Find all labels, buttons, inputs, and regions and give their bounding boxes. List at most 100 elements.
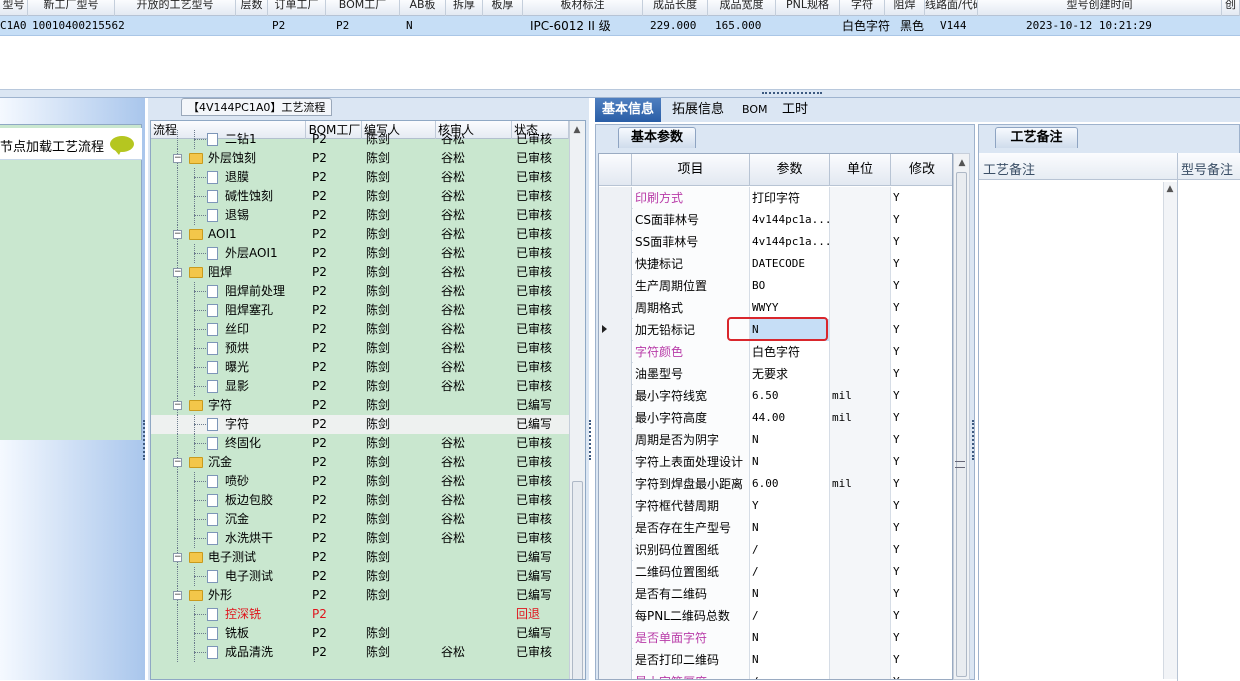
param-value[interactable]: 4v144pc1a...	[750, 231, 830, 253]
row-selector[interactable]	[599, 605, 632, 627]
param-row[interactable]: 生产周期位置 BO Y	[599, 275, 952, 297]
tree-row[interactable]: − 外层蚀刻 P2 陈剑 谷松 已审核	[151, 149, 569, 168]
param-row[interactable]: SS面菲林号 4v144pc1a... Y	[599, 231, 952, 253]
param-modify[interactable]: Y	[891, 649, 952, 671]
param-modify[interactable]: Y	[891, 627, 952, 649]
collapse-icon[interactable]: −	[173, 553, 182, 562]
tab-process-remarks[interactable]: 工艺备注	[995, 127, 1078, 148]
grid-header-cell[interactable]: 创	[1222, 0, 1240, 16]
param-unit[interactable]	[830, 253, 891, 275]
tree-row[interactable]: 成品清洗 P2 陈剑 谷松 已审核	[151, 643, 569, 662]
param-unit[interactable]	[830, 319, 891, 341]
grid-header-cell[interactable]: 层数	[236, 0, 268, 16]
process-remark-header[interactable]: 工艺备注	[983, 159, 1035, 178]
param-row[interactable]: 字符框代替周期 Y Y	[599, 495, 952, 517]
param-row[interactable]: CS面菲林号 4v144pc1a... Y	[599, 209, 952, 231]
row-selector[interactable]	[599, 561, 632, 583]
param-modify[interactable]: Y	[891, 539, 952, 561]
grid-header-cell[interactable]: 成品长度	[643, 0, 708, 16]
row-selector[interactable]	[599, 583, 632, 605]
collapse-icon[interactable]: −	[173, 458, 182, 467]
param-row[interactable]: 字符颜色 白色字符 Y	[599, 341, 952, 363]
param-row[interactable]: 快捷标记 DATECODE Y	[599, 253, 952, 275]
grid-header-cell[interactable]: BOM工厂	[326, 0, 400, 16]
row-selector[interactable]	[599, 539, 632, 561]
param-row[interactable]: 油墨型号 无要求 Y	[599, 363, 952, 385]
tree-row[interactable]: − AOI1 P2 陈剑 谷松 已审核	[151, 225, 569, 244]
param-unit[interactable]: mil	[830, 473, 891, 495]
collapse-icon[interactable]: −	[173, 230, 182, 239]
param-value[interactable]: 打印字符	[750, 187, 830, 209]
param-row[interactable]: 印刷方式 打印字符 Y	[599, 187, 952, 209]
param-value[interactable]: 44.00	[750, 407, 830, 429]
row-selector[interactable]	[599, 451, 632, 473]
param-value[interactable]: N	[750, 429, 830, 451]
param-value[interactable]: 6.50	[750, 385, 830, 407]
grid-header-cell[interactable]: 板厚	[483, 0, 523, 16]
tree-row[interactable]: 水洗烘干 P2 陈剑 谷松 已审核	[151, 529, 569, 548]
param-modify[interactable]: Y	[891, 231, 952, 253]
grid-header-cell[interactable]: 拆厚	[446, 0, 483, 16]
tree-scroll-thumb[interactable]	[572, 481, 583, 679]
param-row[interactable]: 是否单面字符 N Y	[599, 627, 952, 649]
horizontal-splitter[interactable]	[0, 90, 1240, 98]
tree-row[interactable]: 喷砂 P2 陈剑 谷松 已审核	[151, 472, 569, 491]
param-modify[interactable]: Y	[891, 473, 952, 495]
tree-row[interactable]: 终固化 P2 陈剑 谷松 已审核	[151, 434, 569, 453]
param-modify[interactable]: Y	[891, 341, 952, 363]
tree-row[interactable]: 丝印 P2 陈剑 谷松 已审核	[151, 320, 569, 339]
param-unit[interactable]	[830, 495, 891, 517]
param-unit[interactable]	[830, 363, 891, 385]
grid-header-cell[interactable]: 板材标注	[523, 0, 643, 16]
row-selector[interactable]	[599, 253, 632, 275]
param-value[interactable]: 无要求	[750, 363, 830, 385]
row-selector[interactable]	[599, 275, 632, 297]
tree-row[interactable]: − 阻焊 P2 陈剑 谷松 已审核	[151, 263, 569, 282]
param-value[interactable]: BO	[750, 275, 830, 297]
param-unit[interactable]	[830, 627, 891, 649]
param-modify[interactable]: Y	[891, 583, 952, 605]
param-unit[interactable]	[830, 209, 891, 231]
row-selector[interactable]	[599, 231, 632, 253]
param-unit[interactable]	[830, 297, 891, 319]
remarks-textarea[interactable]	[983, 182, 1173, 679]
tree-row[interactable]: 显影 P2 陈剑 谷松 已审核	[151, 377, 569, 396]
row-selector[interactable]	[599, 671, 632, 679]
tab-extended-info[interactable]: 拓展信息	[665, 98, 731, 122]
param-value[interactable]: /	[750, 561, 830, 583]
param-row[interactable]: 是否有二维码 N Y	[599, 583, 952, 605]
param-unit[interactable]	[830, 539, 891, 561]
tab-work-hours[interactable]: 工时	[775, 98, 815, 122]
tab-basic-params[interactable]: 基本参数	[618, 127, 696, 148]
tree-row[interactable]: 板边包胶 P2 陈剑 谷松 已审核	[151, 491, 569, 510]
collapse-icon[interactable]: −	[173, 154, 182, 163]
param-value[interactable]: /	[750, 605, 830, 627]
param-value[interactable]: WWYY	[750, 297, 830, 319]
tree-row[interactable]: 字符 P2 陈剑 已编写	[151, 415, 569, 434]
param-modify[interactable]: Y	[891, 297, 952, 319]
tree-row[interactable]: 曝光 P2 陈剑 谷松 已审核	[151, 358, 569, 377]
row-selector[interactable]	[599, 495, 632, 517]
mid-collapse-handle[interactable]	[589, 420, 593, 460]
row-selector[interactable]	[599, 341, 632, 363]
tree-row[interactable]: 二钻1 P2 陈剑 谷松 已审核	[151, 130, 569, 149]
tree-row[interactable]: 阻焊塞孔 P2 陈剑 谷松 已审核	[151, 301, 569, 320]
param-unit[interactable]	[830, 583, 891, 605]
row-selector[interactable]	[599, 407, 632, 429]
row-selector[interactable]	[599, 319, 632, 341]
param-row[interactable]: 二维码位置图纸 / Y	[599, 561, 952, 583]
param-modify[interactable]: Y	[891, 319, 952, 341]
param-row[interactable]: 每PNL二维码总数 / Y	[599, 605, 952, 627]
grid-header-cell[interactable]: 阻焊	[885, 0, 925, 16]
grid-header-cell[interactable]: 字符	[840, 0, 885, 16]
row-selector[interactable]	[599, 297, 632, 319]
param-row[interactable]: 最小字符厚度/ Y	[599, 671, 952, 679]
model-grid-row[interactable]: C1A0 10010400215562 P2 P2 N IPC-6012 II 级 229.…	[0, 16, 1240, 36]
col-unit[interactable]: 单位	[830, 154, 891, 186]
row-selector[interactable]	[599, 187, 632, 209]
param-value[interactable]: N	[750, 517, 830, 539]
param-modify[interactable]: Y	[891, 187, 952, 209]
param-modify[interactable]: Y	[891, 429, 952, 451]
collapse-icon[interactable]: −	[173, 591, 182, 600]
tree-row[interactable]: 碱性蚀刻 P2 陈剑 谷松 已审核	[151, 187, 569, 206]
